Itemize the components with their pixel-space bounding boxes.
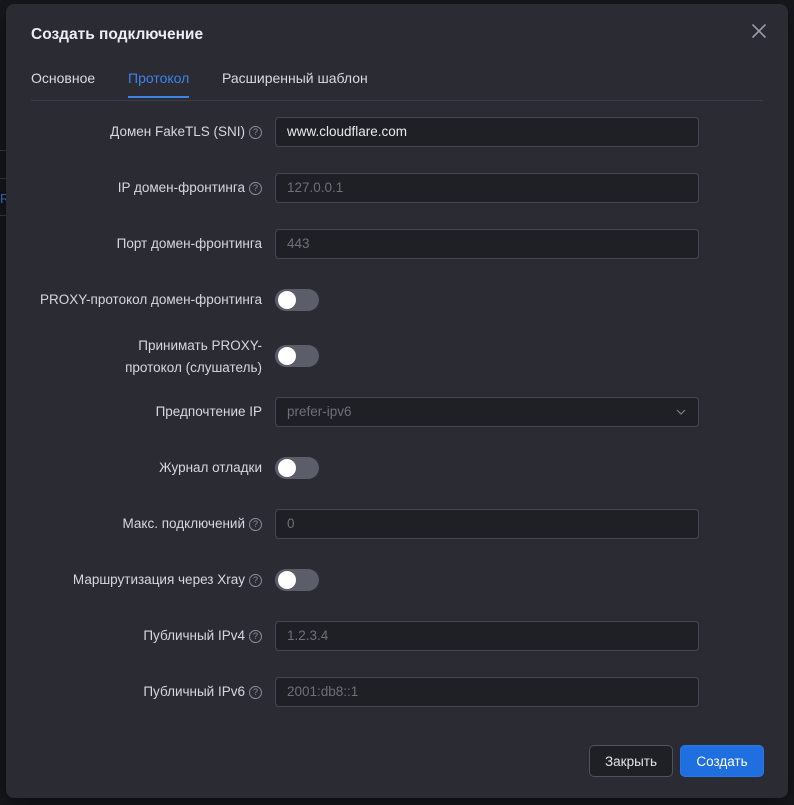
- help-icon[interactable]: ?: [249, 518, 262, 531]
- accept-proxy-label: Принимать PROXY-протокол (слушатель): [125, 338, 262, 375]
- ip-preference-label: Предпочтение IP: [155, 404, 262, 419]
- public-ipv6-input[interactable]: 2001:db8::1: [275, 677, 699, 707]
- chevron-down-icon: [676, 409, 686, 415]
- accept-proxy-toggle[interactable]: [275, 345, 319, 367]
- help-icon[interactable]: ?: [249, 182, 262, 195]
- fronting-port-label: Порт домен-фронтинга: [116, 236, 262, 251]
- xray-routing-label: Маршрутизация через Xray?: [73, 569, 262, 591]
- help-icon[interactable]: ?: [249, 126, 262, 139]
- close-button[interactable]: Закрыть: [589, 745, 673, 777]
- dialog-title: Создать подключение: [31, 26, 204, 43]
- debug-log-toggle[interactable]: [275, 457, 319, 479]
- ip-preference-value: prefer-ipv6: [287, 404, 352, 419]
- fronting-ip-label: IP домен-фронтинга?: [118, 177, 262, 199]
- public-ipv6-label: Публичный IPv6?: [143, 681, 262, 703]
- max-connections-label: Макс. подключений?: [123, 513, 262, 535]
- fronting-ip-input[interactable]: 127.0.0.1: [275, 173, 699, 203]
- toggle-knob: [278, 459, 296, 477]
- create-connection-dialog: Создать подключение Основное Протокол Ра…: [6, 4, 788, 798]
- faketls-domain-input[interactable]: www.cloudflare.com: [275, 117, 699, 147]
- toggle-knob: [278, 347, 296, 365]
- tab-protocol[interactable]: Протокол: [128, 70, 190, 98]
- help-icon[interactable]: ?: [249, 686, 262, 699]
- fronting-port-input[interactable]: 443: [275, 229, 699, 259]
- fronting-proxy-toggle[interactable]: [275, 289, 319, 311]
- tab-bar: Основное Протокол Расширенный шаблон: [31, 62, 763, 101]
- help-icon[interactable]: ?: [249, 574, 262, 587]
- faketls-domain-label: Домен FakeTLS (SNI)?: [110, 121, 262, 143]
- xray-routing-toggle[interactable]: [275, 569, 319, 591]
- tab-advanced-template[interactable]: Расширенный шаблон: [222, 70, 368, 98]
- ip-preference-select[interactable]: prefer-ipv6: [275, 397, 699, 427]
- create-button[interactable]: Создать: [680, 745, 764, 777]
- public-ipv4-input[interactable]: 1.2.3.4: [275, 621, 699, 651]
- help-icon[interactable]: ?: [249, 630, 262, 643]
- debug-log-label: Журнал отладки: [159, 460, 262, 475]
- tab-general[interactable]: Основное: [31, 70, 95, 98]
- fronting-proxy-label: PROXY-протокол домен-фронтинга: [39, 292, 262, 307]
- close-icon[interactable]: [748, 20, 770, 42]
- max-connections-input[interactable]: 0: [275, 509, 699, 539]
- public-ipv4-label: Публичный IPv4?: [143, 625, 262, 647]
- toggle-knob: [278, 571, 296, 589]
- toggle-knob: [278, 291, 296, 309]
